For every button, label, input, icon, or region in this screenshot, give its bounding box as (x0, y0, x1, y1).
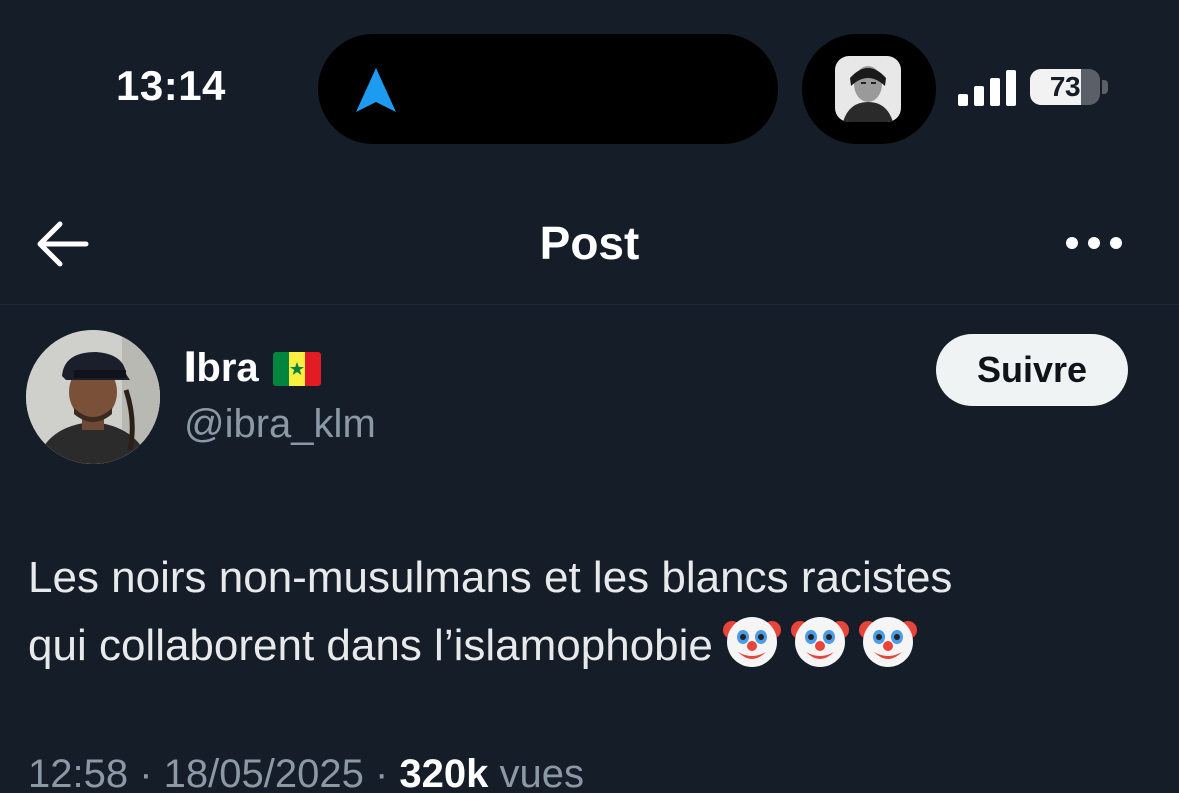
battery-cap (1102, 80, 1108, 94)
clown-face-icon (722, 617, 781, 667)
post-text: Les noirs non-musulmans et les blancs ra… (28, 544, 1148, 680)
battery-icon: 73 (1030, 69, 1100, 105)
battery-level: 73 (1049, 71, 1081, 102)
post-meta: 12:58 · 18/05/2025 · 320k vues (28, 752, 584, 793)
page-title: Post (539, 217, 640, 269)
header-divider (0, 304, 1179, 305)
post-date: 18/05/2025 (163, 752, 364, 793)
post-text-line-2: qui collaborent dans l’islamophobie (28, 612, 1148, 680)
display-name-text: 𝐈bra (184, 346, 259, 390)
senegal-flag-icon (272, 351, 321, 386)
dynamic-island-left[interactable] (318, 34, 778, 144)
status-time: 13:14 (116, 62, 226, 109)
avatar[interactable] (26, 330, 160, 464)
clown-face-icon (858, 617, 917, 667)
post-text-line-1: Les noirs non-musulmans et les blancs ra… (28, 553, 953, 602)
post-text-line-2-text: qui collaborent dans l’islamophobie (28, 621, 713, 670)
post-header: Post (0, 190, 1179, 298)
signal-icon (958, 70, 1016, 106)
author-handle[interactable]: @ibra_klm (184, 402, 376, 447)
dynamic-island-right[interactable] (802, 34, 936, 144)
media-thumbnail (835, 56, 901, 122)
meta-separator: · (363, 752, 400, 793)
post-time: 12:58 (28, 752, 129, 793)
clown-face-icon (790, 617, 849, 667)
author-name[interactable]: 𝐈bra (184, 346, 321, 391)
follow-button[interactable]: Suivre (936, 334, 1128, 406)
navigation-arrow-icon (356, 68, 396, 112)
more-horizontal-icon[interactable] (1062, 228, 1126, 258)
views-count[interactable]: 320k (399, 752, 488, 793)
views-label: vues (499, 752, 585, 793)
meta-separator: · (128, 752, 164, 793)
app-screen: 13:14 73 Post 𝐈bra @ibra_klm Suivre Les … (0, 0, 1179, 793)
